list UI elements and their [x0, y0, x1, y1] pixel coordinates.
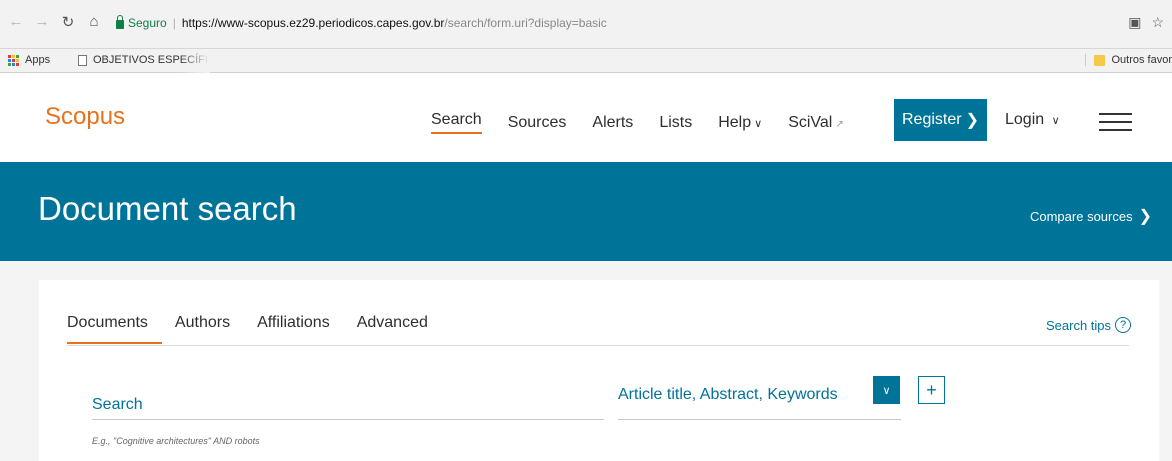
- lock-icon: [116, 14, 124, 29]
- nav-lists[interactable]: Lists: [659, 114, 692, 132]
- search-card: Documents Authors Affiliations Advanced …: [39, 280, 1159, 461]
- chevron-down-icon: ∨: [1051, 115, 1060, 127]
- bookmark-apps[interactable]: Apps: [8, 54, 50, 66]
- home-icon[interactable]: ⌂: [86, 13, 102, 31]
- apps-grid-icon: [8, 54, 19, 66]
- login-label: Login: [1005, 111, 1045, 128]
- search-tips-label: Search tips: [1046, 317, 1112, 333]
- tab-advanced[interactable]: Advanced: [357, 314, 428, 344]
- forward-icon[interactable]: →: [34, 13, 50, 31]
- chevron-right-icon: ❯: [1138, 208, 1152, 225]
- page-banner: Document search Compare sources ❯: [0, 162, 1172, 261]
- folder-icon: [1094, 54, 1106, 66]
- field-dropdown-button[interactable]: ∨: [873, 376, 900, 404]
- site-header: Scopus Search Sources Alerts Lists Help ∨…: [0, 73, 1172, 162]
- document-icon: [78, 54, 87, 66]
- nav-alerts[interactable]: Alerts: [592, 114, 633, 132]
- nav-search[interactable]: Search: [431, 111, 482, 134]
- help-circle-icon: ?: [1115, 317, 1132, 333]
- nav-scival[interactable]: SciVal ↗: [788, 114, 844, 132]
- bookmark-other-favorites[interactable]: Outros favor: [1085, 54, 1172, 66]
- compare-sources-link[interactable]: Compare sources ❯: [1030, 206, 1152, 226]
- bookmark-other-label: Outros favor: [1111, 54, 1172, 66]
- search-field-select[interactable]: Article title, Abstract, Keywords: [618, 380, 901, 420]
- external-link-icon: ↗: [835, 118, 844, 130]
- search-input[interactable]: [92, 390, 604, 420]
- tab-documents[interactable]: Documents: [67, 314, 162, 344]
- tab-affiliations[interactable]: Affiliations: [257, 314, 330, 344]
- tabs-divider: [67, 345, 1129, 346]
- main-nav: Search Sources Alerts Lists Help ∨ SciVal…: [431, 111, 870, 134]
- secure-label: Seguro: [128, 16, 167, 30]
- bookmark-apps-label: Apps: [25, 54, 51, 66]
- compare-sources-label: Compare sources: [1029, 208, 1133, 224]
- url-box[interactable]: Seguro | https://www-scopus.ez29.periodi…: [116, 14, 607, 30]
- chevron-right-icon: ❯: [965, 112, 979, 129]
- url-path: /search/form.uri?display=basic: [444, 16, 607, 30]
- translate-icon[interactable]: ▣: [1128, 14, 1141, 31]
- chevron-down-icon: ∨: [754, 117, 763, 130]
- browser-nav-buttons: ← → ↻ ⌂: [8, 13, 102, 31]
- register-label: Register: [902, 111, 962, 128]
- add-search-field-button[interactable]: +: [918, 376, 945, 404]
- register-button[interactable]: Register ❯: [894, 99, 987, 141]
- search-tabs: Documents Authors Affiliations Advanced: [67, 314, 455, 344]
- nav-help-label: Help: [718, 113, 752, 131]
- secure-indicator[interactable]: Seguro: [116, 14, 167, 30]
- search-hint: E.g., "Cognitive architectures" AND robo…: [92, 436, 260, 446]
- hamburger-menu-icon[interactable]: [1099, 113, 1132, 131]
- nav-sources[interactable]: Sources: [508, 114, 567, 132]
- page-title: Document search: [38, 190, 297, 227]
- url-separator: |: [172, 16, 176, 30]
- back-icon[interactable]: ←: [8, 13, 24, 31]
- login-menu[interactable]: Login ∨: [1005, 111, 1060, 129]
- chevron-down-icon: ∨: [882, 384, 891, 397]
- plus-icon: +: [926, 379, 937, 400]
- bookmarks-bar: Apps OBJETIVOS ESPECÍFI Outros favor: [0, 49, 1172, 73]
- bookmark-star-icon[interactable]: ☆: [1151, 14, 1164, 31]
- url-text[interactable]: https://www-scopus.ez29.periodicos.capes…: [182, 16, 607, 30]
- bookmark-fade: [180, 49, 210, 73]
- reload-icon[interactable]: ↻: [60, 13, 76, 31]
- browser-address-bar: ← → ↻ ⌂ Seguro | https://www-scopus.ez29…: [0, 0, 1172, 49]
- nav-scival-label: SciVal: [788, 113, 833, 131]
- url-host: https://www-scopus.ez29.periodicos.capes…: [181, 16, 445, 30]
- browser-actions: ▣ ☆: [1128, 14, 1164, 31]
- nav-help[interactable]: Help ∨: [718, 114, 762, 132]
- search-tips-link[interactable]: Search tips ?: [1046, 317, 1132, 333]
- tab-authors[interactable]: Authors: [175, 314, 230, 344]
- scopus-logo[interactable]: Scopus: [45, 103, 125, 131]
